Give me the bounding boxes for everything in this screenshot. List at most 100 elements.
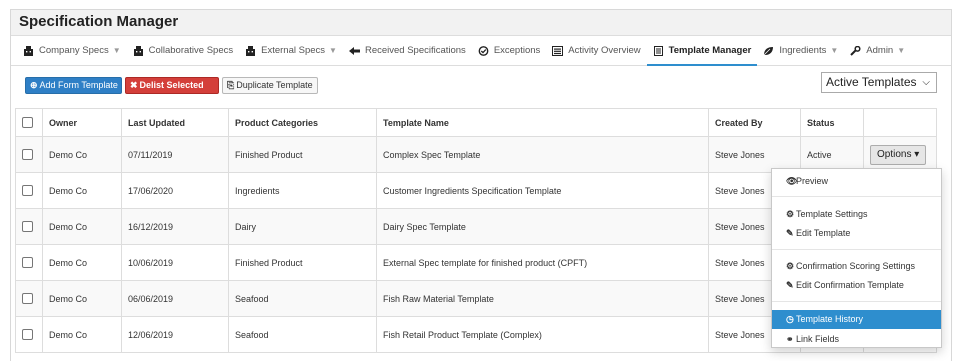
menu-item-link-fields[interactable]: ⚭ Link Fields xyxy=(772,331,941,347)
nav-exceptions[interactable]: Exceptions xyxy=(472,36,546,65)
nav-company-specs[interactable]: Company Specs ▼ xyxy=(17,36,127,65)
gear-icon: ⚙ xyxy=(786,261,795,271)
nav-label: Activity Overview xyxy=(568,45,641,56)
main-nav: Company Specs ▼ Collaborative Specs Exte… xyxy=(11,36,951,66)
delist-selected-label: Delist Selected xyxy=(139,80,204,90)
menu-item-template-settings[interactable]: ⚙ Template Settings xyxy=(772,206,941,222)
cell-template-name[interactable]: Fish Retail Product Template (Complex) xyxy=(376,316,709,353)
nav-collaborative-specs[interactable]: Collaborative Specs xyxy=(127,36,240,65)
cell-last-updated: 16/12/2019 xyxy=(121,208,229,245)
cell-owner: Demo Co xyxy=(42,316,122,353)
cell-last-updated: 06/06/2019 xyxy=(121,280,229,317)
copy-icon: ⎘ xyxy=(227,80,235,90)
cell-category: Finished Product xyxy=(228,244,377,281)
caret-down-icon: ▾ xyxy=(914,148,920,160)
table-header-row: Owner Last Updated Product Categories Te… xyxy=(15,108,937,137)
duplicate-template-label: Duplicate Template xyxy=(236,80,313,90)
building-icon xyxy=(133,45,143,56)
row-select-cell xyxy=(15,280,43,317)
cell-last-updated: 10/06/2019 xyxy=(121,244,229,281)
row-checkbox[interactable] xyxy=(22,293,33,305)
header-product-categories[interactable]: Product Categories xyxy=(228,108,377,137)
header-template-name[interactable]: Template Name xyxy=(376,108,709,137)
edit-icon: ✎ xyxy=(786,280,794,290)
cell-template-name[interactable]: External Spec template for finished prod… xyxy=(376,244,709,281)
nav-activity-overview[interactable]: Activity Overview xyxy=(546,36,646,65)
row-select-cell xyxy=(15,172,43,209)
select-all-header xyxy=(15,108,43,137)
row-checkbox[interactable] xyxy=(22,221,33,233)
add-form-template-label: Add Form Template xyxy=(39,80,118,90)
duplicate-template-button[interactable]: ⎘ Duplicate Template xyxy=(222,77,318,94)
wrench-icon xyxy=(850,45,861,56)
add-form-template-button[interactable]: ⊕ Add Form Template xyxy=(25,77,122,94)
nav-template-manager[interactable]: Template Manager xyxy=(646,36,758,66)
header-owner[interactable]: Owner xyxy=(42,108,122,137)
menu-divider xyxy=(772,249,941,250)
building-icon xyxy=(246,45,256,56)
row-checkbox[interactable] xyxy=(22,329,33,341)
nav-label: Company Specs xyxy=(39,45,109,56)
clock-icon: ◷ xyxy=(786,314,794,324)
cell-template-name[interactable]: Dairy Spec Template xyxy=(376,208,709,245)
chevron-down-icon: ▼ xyxy=(112,46,121,55)
arrow-left-icon xyxy=(348,46,360,55)
eye-icon: 👁 xyxy=(786,176,798,186)
chevron-down-icon: ▼ xyxy=(830,46,839,55)
link-icon: ⚭ xyxy=(786,334,794,344)
cell-template-name[interactable]: Customer Ingredients Specification Templ… xyxy=(376,172,709,209)
options-label: Options xyxy=(877,148,912,160)
list-icon xyxy=(552,45,564,56)
row-select-cell xyxy=(15,136,43,173)
menu-item-template-history[interactable]: ◷ Template History xyxy=(772,310,941,329)
cell-template-name[interactable]: Fish Raw Material Template xyxy=(376,280,709,317)
delist-selected-button[interactable]: ✖ Delist Selected xyxy=(125,77,219,94)
cell-owner: Demo Co xyxy=(42,172,122,209)
cell-category: Ingredients xyxy=(228,172,377,209)
gear-icon: ⚙ xyxy=(786,209,795,219)
menu-item-confirmation-scoring-settings[interactable]: ⚙ Confirmation Scoring Settings xyxy=(772,258,941,274)
header-status[interactable]: Status xyxy=(800,108,864,137)
document-icon xyxy=(653,45,663,56)
nav-label: Exceptions xyxy=(493,45,541,56)
menu-item-edit-template[interactable]: ✎ Edit Template xyxy=(772,225,941,241)
select-all-checkbox[interactable] xyxy=(22,117,33,129)
cell-owner: Demo Co xyxy=(42,136,122,173)
leaf-icon xyxy=(764,46,774,55)
template-status-select[interactable]: Active Templates ⌵ xyxy=(821,72,937,93)
menu-item-label: Template History xyxy=(796,314,864,324)
menu-item-label: Preview xyxy=(796,176,829,186)
cell-owner: Demo Co xyxy=(42,244,122,281)
menu-item-preview[interactable]: 👁Preview xyxy=(772,173,941,189)
cell-category: Seafood xyxy=(228,316,377,353)
plus-circle-icon: ⊕ xyxy=(30,80,38,90)
cell-category: Finished Product xyxy=(228,136,377,173)
nav-admin[interactable]: Admin ▼ xyxy=(844,36,911,65)
nav-label: Template Manager xyxy=(668,45,752,56)
chevron-down-icon: ▼ xyxy=(897,46,906,55)
header-created-by[interactable]: Created By xyxy=(708,108,801,137)
row-checkbox[interactable] xyxy=(22,257,33,269)
header-actions xyxy=(863,108,937,137)
building-icon xyxy=(24,45,33,56)
cell-template-name[interactable]: Complex Spec Template xyxy=(376,136,709,173)
nav-label: External Specs xyxy=(261,45,326,56)
cell-last-updated: 07/11/2019 xyxy=(121,136,229,173)
nav-external-specs[interactable]: External Specs ▼ xyxy=(239,36,343,65)
row-checkbox[interactable] xyxy=(22,149,33,161)
row-checkbox[interactable] xyxy=(22,185,33,197)
header-last-updated[interactable]: Last Updated xyxy=(121,108,229,137)
cell-owner: Demo Co xyxy=(42,280,122,317)
row-select-cell xyxy=(15,316,43,353)
nav-ingredients[interactable]: Ingredients ▼ xyxy=(757,36,844,65)
cell-owner: Demo Co xyxy=(42,208,122,245)
nav-label: Ingredients xyxy=(779,45,827,56)
menu-item-label: Link Fields xyxy=(796,334,840,344)
nav-label: Admin xyxy=(866,45,894,56)
menu-item-label: Template Settings xyxy=(796,209,868,219)
chevron-down-icon: ▼ xyxy=(329,46,337,55)
menu-item-edit-confirmation-template[interactable]: ✎ Edit Confirmation Template xyxy=(772,277,941,293)
options-button[interactable]: Options ▾ xyxy=(870,144,927,165)
cell-category: Dairy xyxy=(228,208,377,245)
nav-received-specifications[interactable]: Received Specifications xyxy=(343,36,472,65)
